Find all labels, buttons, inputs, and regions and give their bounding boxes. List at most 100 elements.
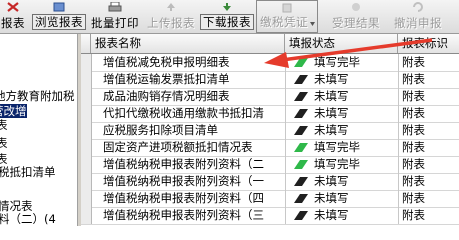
status-cell: 填写完毕 (285, 156, 398, 173)
toolbar-button-label: 受理结果 (332, 16, 380, 30)
unfilled-status-icon (294, 194, 308, 203)
unfilled-status-icon (294, 92, 308, 101)
table-row[interactable]: 增值税纳税申报表附列资料（四 未填写 附表 (81, 190, 459, 208)
status-cell: 未填写 (285, 88, 398, 105)
unfilled-status-icon (294, 75, 308, 84)
row-marker[interactable] (81, 71, 92, 88)
column-header-type[interactable]: 报表标识 (398, 34, 459, 53)
table-row[interactable]: 成品油购销存情况明细表 未填写 附表 (81, 88, 459, 106)
tree-item-label: 料（二）(4 (0, 212, 56, 226)
status-text: 未填写 (314, 106, 349, 120)
table-row[interactable]: 增值税纳税申报表附列资料（一 未填写 附表 (81, 173, 459, 191)
table-row[interactable]: 增值税纳税申报表附列资料（三 未填写 附表 (81, 207, 459, 225)
row-marker[interactable] (81, 207, 92, 224)
status-text: 填写完毕 (314, 55, 360, 69)
tree-item-selected[interactable]: 营改增 (0, 104, 27, 118)
grid-header: 报表名称 填报状态 报表标识 (81, 34, 459, 54)
status-cell: 未填写 (285, 207, 398, 224)
tree-item[interactable]: 表 (0, 118, 8, 132)
tree-item-label: 地方教育附加税 (0, 89, 75, 103)
report-name-cell: 增值税纳税申报表附列资料（二 (103, 157, 264, 171)
table-row[interactable]: 增值税纳税申报表附列资料（二 填写完毕 附表 (81, 156, 459, 174)
row-marker[interactable] (81, 156, 92, 173)
receipt-icon (282, 3, 292, 13)
chevron-down-icon (310, 22, 315, 26)
status-text: 未填写 (314, 89, 349, 103)
status-text: 未填写 (314, 72, 349, 86)
toolbar-button-label: 上传报表 (147, 16, 195, 30)
status-text: 未填写 (314, 208, 349, 222)
report-type-cell: 附表 (398, 122, 459, 139)
filled-status-icon (294, 160, 308, 169)
delete-report-button[interactable]: 报表 (0, 0, 30, 33)
report-grid: 报表名称 填报状态 报表标识 增值税减免税申报明细表 填写完毕 附表 增值税运输发票抵… (81, 34, 459, 226)
status-text: 填写完毕 (314, 140, 360, 154)
report-type-cell: 附表 (398, 190, 459, 207)
toolbar-button-label: 撤消申报 (394, 16, 442, 30)
report-type-cell: 附表 (398, 71, 459, 88)
tree-item[interactable]: 表 (0, 152, 8, 166)
tree-item-label: 税抵扣清单 (0, 165, 56, 179)
status-text: 未填写 (314, 191, 349, 205)
acceptance-result-button[interactable]: 受理结果 (326, 0, 386, 33)
status-text: 未填写 (314, 174, 349, 188)
row-marker[interactable] (81, 190, 92, 207)
batch-print-button[interactable]: 批量打印 (88, 0, 142, 33)
status-cell: 填写完毕 (285, 139, 398, 156)
tree-item[interactable]: 税抵扣清单 (0, 165, 56, 179)
report-name-cell: 增值税运输发票抵扣清单 (103, 72, 230, 86)
status-cell: 未填写 (285, 105, 398, 122)
result-icon (352, 3, 360, 11)
status-cell: 未填写 (285, 190, 398, 207)
column-header-status[interactable]: 填报状态 (285, 34, 398, 53)
report-name-cell: 固定资产进项税额抵扣情况表 (103, 140, 253, 154)
unfilled-status-icon (294, 177, 308, 186)
row-marker[interactable] (81, 139, 92, 156)
tree-item-label: 表 (0, 118, 8, 132)
tree-item-label: 表 (0, 152, 8, 166)
tree-item[interactable]: 情况表 (0, 199, 33, 213)
report-name-cell: 增值税减免税申报明细表 (103, 55, 230, 69)
table-row[interactable]: 固定资产进项税额抵扣情况表 填写完毕 附表 (81, 139, 459, 157)
upload-report-button[interactable]: 上传报表 (144, 0, 198, 33)
upload-icon (167, 3, 175, 11)
column-header-name[interactable]: 报表名称 (91, 34, 285, 53)
app-window: 报表 浏览报表 批量打印 上传报表 下载报表 缴税凭证 受理结果 撤消申报 地方… (0, 0, 459, 226)
revoke-icon (413, 2, 423, 12)
row-marker[interactable] (81, 88, 92, 105)
unfilled-status-icon (294, 211, 308, 220)
tree-item-label: 情况表 (0, 199, 33, 213)
table-row[interactable]: 增值税运输发票抵扣清单 未填写 附表 (81, 71, 459, 89)
row-marker[interactable] (81, 173, 92, 190)
tax-receipt-dropdown[interactable]: 缴税凭证 (256, 0, 318, 33)
row-header-corner (81, 34, 91, 53)
report-name-cell: 应税服务扣除项目清单 (103, 123, 218, 137)
revoke-declaration-button[interactable]: 撤消申报 (388, 0, 448, 33)
table-row[interactable]: 增值税减免税申报明细表 填写完毕 附表 (81, 54, 459, 72)
tree-item-label: 营改增 (0, 104, 27, 118)
table-row[interactable]: 代扣代缴税收通用缴款书抵扣清 未填写 附表 (81, 105, 459, 123)
tree-item[interactable]: 表 (0, 136, 8, 150)
table-row[interactable]: 应税服务扣除项目清单 未填写 附表 (81, 122, 459, 140)
report-type-cell: 附表 (398, 54, 459, 71)
status-cell: 未填写 (285, 71, 398, 88)
browse-icon (53, 2, 65, 12)
tree-item[interactable]: 地方教育附加税 (0, 89, 75, 103)
download-report-button[interactable]: 下载报表 (200, 0, 254, 33)
status-cell: 未填写 (285, 122, 398, 139)
report-name-cell: 增值税纳税申报表附列资料（三 (103, 208, 264, 222)
report-type-cell: 附表 (398, 105, 459, 122)
download-icon (223, 3, 231, 11)
toolbar: 报表 浏览报表 批量打印 上传报表 下载报表 缴税凭证 受理结果 撤消申报 (0, 0, 459, 34)
browse-report-button[interactable]: 浏览报表 (32, 0, 86, 33)
filled-status-icon (294, 58, 308, 67)
unfilled-status-icon (294, 109, 308, 118)
tree-item[interactable]: 料（二）(4 (0, 212, 56, 226)
report-name-cell: 增值税纳税申报表附列资料（四 (103, 191, 264, 205)
row-marker[interactable] (81, 105, 92, 122)
row-marker[interactable] (81, 122, 92, 139)
delete-icon (7, 2, 19, 12)
toolbar-button-label: 浏览报表 (32, 14, 86, 30)
report-type-cell: 附表 (398, 156, 459, 173)
row-marker[interactable] (81, 54, 92, 71)
